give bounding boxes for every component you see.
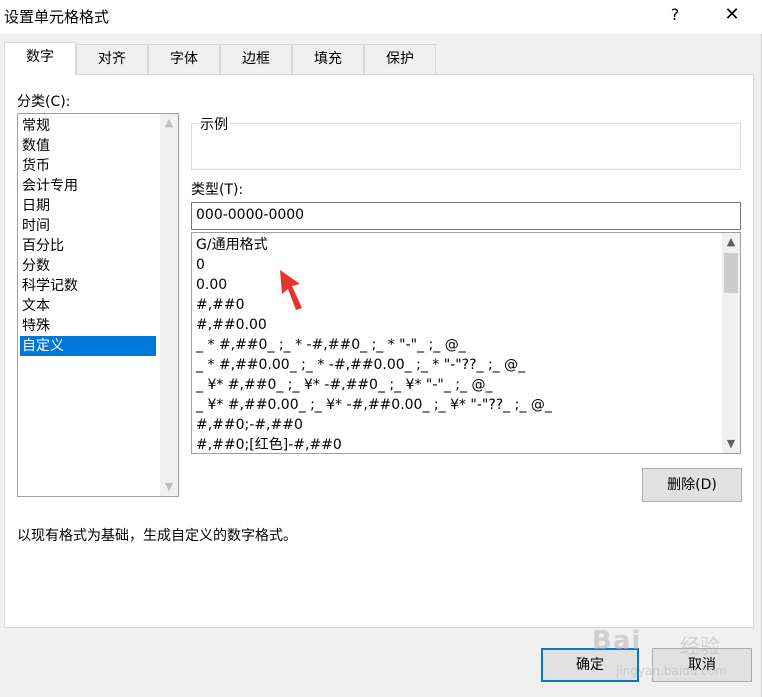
watermark-url: jingyan.baidu.com [616, 664, 727, 678]
category-item[interactable]: 会计专用 [20, 176, 158, 196]
category-label: 分类(C): [17, 94, 71, 110]
category-item[interactable]: 时间 [20, 216, 158, 236]
tab-alignment[interactable]: 对齐 [76, 44, 148, 74]
sample-legend: 示例 [198, 114, 230, 134]
red-arrow-annotation-icon [280, 270, 302, 310]
watermark-brand: Bai [592, 626, 642, 656]
category-item[interactable]: 数值 [20, 136, 158, 156]
category-item[interactable]: 科学记数 [20, 276, 158, 296]
format-item[interactable]: #,##0;[红色]-#,##0 [194, 435, 720, 453]
number-tab-panel: 分类(C): 常规 数值 货币 会计专用 日期 时间 百分比 分数 科学记数 文… [4, 74, 754, 628]
scroll-up-icon[interactable]: ▲ [160, 114, 178, 132]
format-scrollbar[interactable]: ▲ ▼ [722, 233, 740, 453]
sample-groupbox: 示例 [191, 114, 741, 170]
tab-number[interactable]: 数字 [4, 42, 76, 75]
tab-strip: 数字 对齐 字体 边框 填充 保护 [4, 42, 754, 75]
help-button[interactable]: ? [658, 0, 692, 30]
category-item-selected[interactable]: 自定义 [20, 336, 156, 356]
category-item[interactable]: 百分比 [20, 236, 158, 256]
type-input[interactable]: 000-0000-0000 [191, 202, 741, 230]
tab-font[interactable]: 字体 [148, 44, 220, 74]
baidu-watermark: Bai 经验 jingyan.baidu.com [584, 606, 727, 696]
format-item[interactable]: #,##0;-#,##0 [194, 415, 720, 435]
watermark-brand-jingyan: 经验 [680, 634, 720, 658]
category-list[interactable]: 常规 数值 货币 会计专用 日期 时间 百分比 分数 科学记数 文本 特殊 自定… [17, 113, 179, 497]
scroll-thumb[interactable] [724, 253, 738, 293]
tab-border[interactable]: 边框 [220, 44, 292, 74]
category-scrollbar[interactable]: ▲ ▼ [160, 114, 178, 496]
category-item[interactable]: 特殊 [20, 316, 158, 336]
format-item[interactable]: G/通用格式 [194, 235, 720, 255]
scroll-down-icon[interactable]: ▼ [722, 435, 740, 453]
scroll-up-icon[interactable]: ▲ [722, 233, 740, 251]
category-item[interactable]: 常规 [20, 116, 158, 136]
close-button[interactable]: ✕ [710, 0, 754, 30]
description-text: 以现有格式为基础，生成自定义的数字格式。 [17, 528, 297, 544]
type-label: 类型(T): [191, 182, 244, 198]
tab-fill[interactable]: 填充 [292, 44, 364, 74]
format-item[interactable]: _ * #,##0.00_ ;_ * -#,##0.00_ ;_ * "-"??… [194, 355, 720, 375]
delete-button[interactable]: 删除(D) [642, 468, 742, 502]
tab-protection[interactable]: 保护 [364, 44, 436, 74]
format-item[interactable]: #,##0.00 [194, 315, 720, 335]
dialog-title: 设置单元格格式 [4, 8, 110, 26]
category-item[interactable]: 分数 [20, 256, 158, 276]
format-item[interactable]: #,##0 [194, 295, 720, 315]
format-item[interactable]: _ ¥* #,##0_ ;_ ¥* -#,##0_ ;_ ¥* "-"_ ;_ … [194, 375, 720, 395]
scroll-down-icon[interactable]: ▼ [160, 478, 178, 496]
category-item[interactable]: 货币 [20, 156, 158, 176]
format-cells-dialog: 设置单元格格式 ? ✕ 数字 对齐 字体 边框 填充 保护 分类(C): 常规 … [0, 0, 762, 697]
format-item[interactable]: 0.00 [194, 275, 720, 295]
format-item[interactable]: _ * #,##0_ ;_ * -#,##0_ ;_ * "-"_ ;_ @_ [194, 335, 720, 355]
format-list[interactable]: G/通用格式 0 0.00 #,##0 #,##0.00 _ * #,##0_ … [191, 232, 741, 454]
category-item[interactable]: 文本 [20, 296, 158, 316]
format-item[interactable]: _ ¥* #,##0.00_ ;_ ¥* -#,##0.00_ ;_ ¥* "-… [194, 395, 720, 415]
category-item[interactable]: 日期 [20, 196, 158, 216]
title-bar: 设置单元格格式 ? ✕ [0, 0, 762, 34]
format-item[interactable]: 0 [194, 255, 720, 275]
